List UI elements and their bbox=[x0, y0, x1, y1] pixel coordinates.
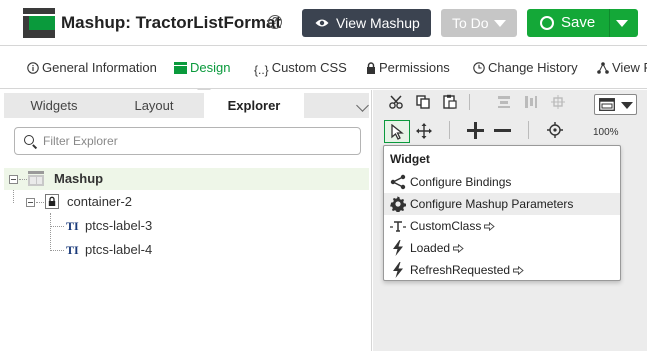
subtab-explorer[interactable]: Explorer bbox=[204, 93, 304, 118]
tree-node-ptcs-label-4[interactable]: TI ptcs-label-4 bbox=[64, 239, 264, 261]
menu-item-label-wrap: Loaded bbox=[410, 237, 464, 259]
css-braces-icon: {..} bbox=[254, 63, 269, 77]
relationships-icon bbox=[597, 62, 609, 74]
text-property-icon bbox=[390, 221, 406, 232]
tab-change-history[interactable]: Change History bbox=[473, 60, 578, 75]
menu-item-label-wrap: RefreshRequested bbox=[410, 259, 524, 281]
tab-permissions[interactable]: Permissions bbox=[366, 60, 450, 75]
gear-icon bbox=[390, 196, 406, 212]
menu-item-label-wrap: CustomClass bbox=[410, 215, 496, 237]
menu-heading: Widget bbox=[390, 152, 430, 166]
tree-node-container-2[interactable]: container-2 bbox=[24, 191, 324, 213]
collapse-toggle-icon[interactable] bbox=[9, 175, 18, 184]
share-bindings-icon bbox=[390, 174, 406, 190]
app-header: Mashup: TractorListFormat ? View Mashup … bbox=[0, 0, 647, 46]
view-mashup-button[interactable]: View Mashup bbox=[302, 9, 431, 37]
tree-node-label: ptcs-label-3 bbox=[85, 218, 153, 233]
lightning-icon bbox=[393, 262, 403, 278]
zoom-level: 100% bbox=[593, 127, 619, 138]
layout-icon bbox=[599, 98, 615, 111]
collapse-toggle-icon[interactable] bbox=[26, 198, 35, 207]
widget-context-menu: Widget Configure Bindings Configure Mash… bbox=[383, 145, 621, 281]
chevron-down-icon bbox=[621, 102, 633, 109]
app-logo bbox=[23, 8, 55, 38]
tree-node-mashup[interactable]: Mashup bbox=[4, 168, 369, 190]
info-icon bbox=[27, 62, 39, 74]
paste-icon[interactable] bbox=[443, 94, 457, 109]
cut-icon[interactable] bbox=[389, 95, 403, 109]
eye-icon bbox=[315, 19, 329, 27]
menu-item-label: RefreshRequested bbox=[410, 263, 511, 277]
pointer-icon bbox=[391, 124, 404, 140]
panel-subtabs: Widgets Layout Explorer bbox=[4, 93, 369, 118]
tree-node-ptcs-label-3[interactable]: TI ptcs-label-3 bbox=[64, 215, 264, 237]
label-widget-icon: TI bbox=[66, 219, 79, 233]
copy-icon[interactable] bbox=[416, 95, 430, 109]
state-dropdown-button[interactable]: To Do bbox=[441, 9, 517, 37]
help-icon[interactable]: ? bbox=[268, 15, 282, 29]
page-title: Mashup: TractorListFormat bbox=[61, 13, 282, 32]
tab-custom-css[interactable]: {..} Custom CSS bbox=[254, 60, 347, 77]
save-button[interactable]: Save bbox=[527, 9, 638, 37]
tab-custom-css-label: Custom CSS bbox=[271, 60, 347, 75]
tab-general-information[interactable]: General Information bbox=[27, 60, 157, 75]
tab-change-history-label: Change History bbox=[488, 60, 578, 75]
align-vertical-icon[interactable] bbox=[524, 95, 538, 109]
select-tool-button[interactable] bbox=[384, 120, 410, 143]
lock-icon bbox=[367, 62, 375, 74]
tree-node-label: Mashup bbox=[54, 171, 104, 186]
save-label: Save bbox=[561, 14, 596, 31]
arrow-right-icon bbox=[453, 244, 464, 253]
lock-icon bbox=[45, 194, 59, 209]
arrow-right-icon bbox=[484, 222, 496, 231]
main-tabs: General Information Design {..} Custom CS… bbox=[0, 47, 647, 96]
filter-explorer-input[interactable] bbox=[43, 132, 343, 150]
collapse-panel-chevron-icon[interactable] bbox=[356, 99, 369, 112]
clock-icon bbox=[473, 62, 485, 74]
lightning-icon bbox=[393, 240, 403, 256]
align-horizontal-icon[interactable] bbox=[497, 95, 511, 109]
zoom-out-icon[interactable] bbox=[494, 128, 511, 133]
design-icon bbox=[174, 62, 187, 74]
tab-view-relationships-label: View R bbox=[612, 60, 647, 75]
menu-item-label: Loaded bbox=[410, 241, 451, 255]
search-icon bbox=[24, 135, 34, 145]
explorer-panel: Widgets Layout Explorer Mashup container… bbox=[0, 90, 372, 351]
subtab-widgets[interactable]: Widgets bbox=[4, 93, 104, 118]
circle-icon bbox=[540, 16, 554, 30]
view-mashup-label: View Mashup bbox=[336, 15, 420, 31]
crosshair-icon[interactable] bbox=[547, 122, 563, 138]
tab-design[interactable]: Design bbox=[174, 60, 230, 75]
mashup-icon bbox=[28, 171, 44, 186]
tree-node-label: container-2 bbox=[67, 194, 133, 209]
center-align-icon[interactable] bbox=[551, 95, 565, 109]
tab-design-label: Design bbox=[190, 60, 231, 75]
filter-explorer-field bbox=[14, 127, 361, 155]
state-label: To Do bbox=[452, 15, 489, 31]
tree-node-label: ptcs-label-4 bbox=[85, 242, 153, 257]
tab-permissions-label: Permissions bbox=[379, 60, 450, 75]
menu-item-refreshrequested[interactable]: RefreshRequested bbox=[384, 259, 620, 281]
menu-item-configure-bindings[interactable]: Configure Bindings bbox=[384, 171, 620, 193]
move-icon[interactable] bbox=[416, 123, 432, 139]
menu-item-configure-mashup-parameters[interactable]: Configure Mashup Parameters bbox=[384, 193, 620, 215]
chevron-down-icon bbox=[494, 20, 506, 27]
tab-general-information-label: General Information bbox=[42, 60, 157, 75]
menu-item-customclass[interactable]: CustomClass bbox=[384, 215, 620, 237]
save-options-chevron-icon[interactable] bbox=[616, 20, 628, 27]
tab-view-relationships[interactable]: View R bbox=[597, 60, 647, 75]
layout-view-dropdown[interactable] bbox=[594, 94, 637, 115]
menu-item-loaded[interactable]: Loaded bbox=[384, 237, 620, 259]
menu-item-label: Configure Bindings bbox=[410, 175, 512, 189]
menu-item-label: CustomClass bbox=[410, 219, 482, 233]
menu-item-label: Configure Mashup Parameters bbox=[410, 197, 574, 211]
arrow-right-icon bbox=[513, 266, 524, 275]
zoom-in-icon[interactable] bbox=[467, 122, 484, 139]
subtab-layout[interactable]: Layout bbox=[104, 93, 204, 118]
label-widget-icon: TI bbox=[66, 243, 79, 257]
